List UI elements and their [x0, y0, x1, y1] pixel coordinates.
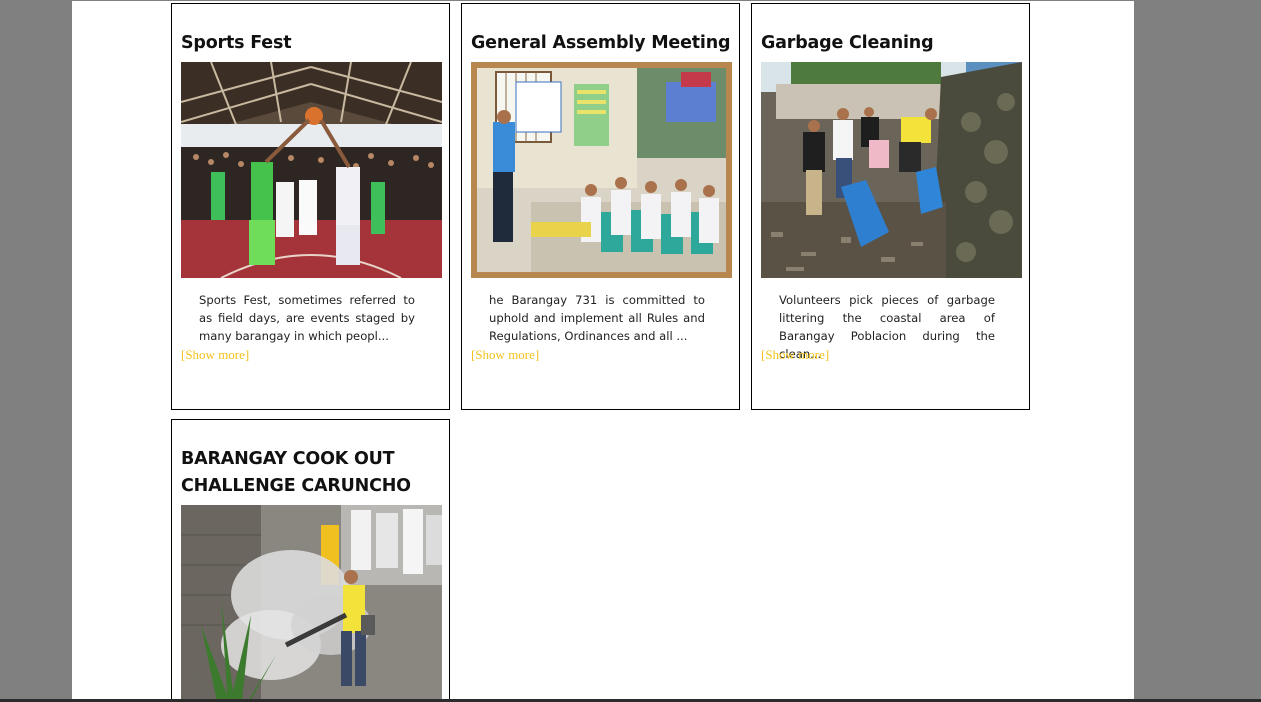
- post-card-general-assembly: General Assembly Meeting he Barangay 731…: [461, 3, 740, 410]
- post-image[interactable]: [471, 62, 732, 278]
- coastal-cleanup-photo: [761, 62, 1022, 278]
- post-title[interactable]: Sports Fest: [181, 30, 292, 57]
- post-title[interactable]: Garbage Cleaning: [761, 30, 934, 57]
- post-image[interactable]: [181, 505, 442, 702]
- basketball-game-photo: [181, 62, 442, 278]
- show-more-link[interactable]: [Show more]: [181, 347, 249, 363]
- post-card-cook-out-challenge: BARANGAY COOK OUT CHALLENGE CARUNCHO AVE…: [171, 419, 450, 702]
- fogging-activity-photo: [181, 505, 442, 702]
- post-image[interactable]: [181, 62, 442, 278]
- post-title[interactable]: General Assembly Meeting: [471, 30, 731, 57]
- post-image[interactable]: [761, 62, 1022, 278]
- post-excerpt: he Barangay 731 is committed to uphold a…: [489, 293, 705, 343]
- assembly-meeting-photo: [471, 62, 732, 278]
- show-more-link[interactable]: [Show more]: [471, 347, 539, 363]
- post-title-line1: BARANGAY COOK OUT: [181, 449, 395, 469]
- post-card-sports-fest: Sports Fest Sports Fest, sometimes refer…: [171, 3, 450, 410]
- post-excerpt: Sports Fest, sometimes referred to as fi…: [199, 293, 415, 343]
- show-more-link[interactable]: [Show more]: [761, 347, 829, 363]
- news-page: Sports Fest Sports Fest, sometimes refer…: [72, 1, 1134, 702]
- post-card-garbage-cleaning: Garbage Cleaning Volunteers pick pieces …: [751, 3, 1030, 410]
